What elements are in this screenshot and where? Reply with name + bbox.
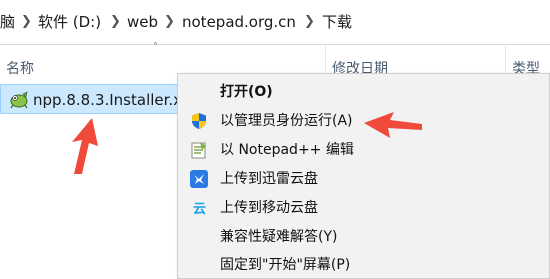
menu-item-label: 固定到"开始"屏幕(P) — [220, 257, 351, 273]
menu-item-open[interactable]: 打开(O) — [178, 78, 549, 106]
uac-shield-icon — [192, 113, 206, 129]
context-menu: 打开(O) 以管理员身份运行(A) 以 Notepad++ 编辑 上传到迅雷云盘… — [177, 73, 550, 279]
menu-item-upload-xunlei[interactable]: 上传到迅雷云盘 — [178, 165, 549, 193]
menu-item-label: 打开(O) — [220, 84, 273, 100]
breadcrumb-item-notepad[interactable]: notepad.org.cn — [182, 13, 296, 31]
column-header-name[interactable]: 名称 — [6, 58, 34, 78]
chevron-right-icon[interactable]: ❯ — [304, 14, 315, 30]
mobile-cloud-icon: 云 — [193, 202, 206, 217]
chevron-right-icon[interactable]: ❯ — [21, 14, 32, 30]
address-bar[interactable]: 脑 ❯ 软件 (D:) ❯ web ❯ notepad.org.cn ❯ 下载 — [0, 0, 550, 45]
breadcrumb-item-downloads[interactable]: 下载 — [322, 13, 352, 31]
chevron-right-icon[interactable]: ❯ — [164, 14, 175, 30]
breadcrumb-item-drive[interactable]: 软件 (D:) — [38, 13, 101, 31]
menu-item-label: 兼容性疑难解答(Y) — [220, 229, 338, 245]
installer-icon — [10, 91, 28, 109]
file-name: npp.8.8.3.Installer.x6 — [33, 91, 192, 109]
chevron-right-icon[interactable]: ❯ — [110, 14, 121, 30]
file-row[interactable]: npp.8.8.3.Installer.x6 — [0, 84, 192, 114]
breadcrumb-item-computer[interactable]: 脑 — [0, 13, 15, 31]
menu-item-label: 上传到移动云盘 — [220, 200, 318, 216]
menu-item-label: 以 Notepad++ 编辑 — [220, 142, 354, 158]
menu-item-compat-troubleshoot[interactable]: 兼容性疑难解答(Y) — [178, 223, 549, 251]
annotation-arrow-left — [364, 112, 422, 138]
annotation-arrow-up — [72, 118, 98, 174]
xunlei-icon — [190, 170, 208, 188]
notepadpp-icon — [191, 142, 206, 159]
menu-item-upload-mobile-cloud[interactable]: 云 上传到移动云盘 — [178, 194, 549, 222]
sort-ascending-icon: ˄ — [153, 42, 158, 53]
menu-item-label: 上传到迅雷云盘 — [220, 171, 318, 187]
svg-text:云: 云 — [193, 202, 206, 217]
menu-item-label: 以管理员身份运行(A) — [220, 113, 353, 129]
breadcrumb-item-web[interactable]: web — [127, 13, 158, 31]
menu-item-pin-to-start[interactable]: 固定到"开始"屏幕(P) — [178, 251, 549, 279]
